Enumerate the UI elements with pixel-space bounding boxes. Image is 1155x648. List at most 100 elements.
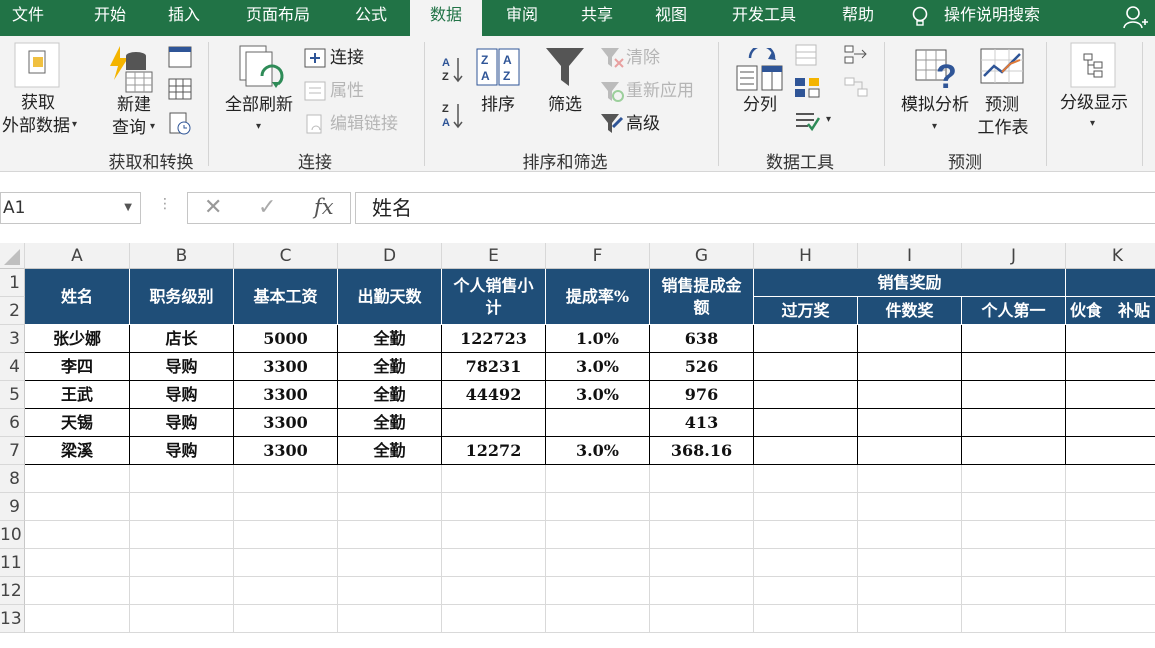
cell-g9[interactable] bbox=[650, 493, 754, 521]
clear-button[interactable]: 清除 bbox=[626, 47, 666, 70]
cell-a12[interactable] bbox=[25, 577, 130, 605]
cell-i9[interactable] bbox=[858, 493, 962, 521]
cell-f8[interactable] bbox=[546, 465, 650, 493]
cell-k6[interactable] bbox=[1066, 409, 1155, 437]
name-box[interactable]: A1 ▼ bbox=[0, 192, 141, 224]
cell-i6[interactable] bbox=[858, 409, 962, 437]
cell-e8[interactable] bbox=[442, 465, 546, 493]
chevron-down-icon[interactable]: ▼ bbox=[124, 193, 132, 223]
cell-k13[interactable] bbox=[1066, 605, 1155, 633]
cell-a13[interactable] bbox=[25, 605, 130, 633]
cell-g5[interactable]: 976 bbox=[650, 381, 754, 409]
show-queries-icon[interactable] bbox=[168, 46, 192, 68]
cell-e3[interactable]: 122723 bbox=[442, 325, 546, 353]
cell-g12[interactable] bbox=[650, 577, 754, 605]
cell-f11[interactable] bbox=[546, 549, 650, 577]
column-header-e[interactable]: E bbox=[442, 243, 546, 269]
cell-f12[interactable] bbox=[546, 577, 650, 605]
cell-a3[interactable]: 张少娜 bbox=[25, 325, 130, 353]
cell-g6[interactable]: 413 bbox=[650, 409, 754, 437]
cell-c5[interactable]: 3300 bbox=[234, 381, 338, 409]
enter-check-icon[interactable]: ✓ bbox=[258, 195, 276, 220]
cell-k11[interactable] bbox=[1066, 549, 1155, 577]
cell-a9[interactable] bbox=[25, 493, 130, 521]
cell-f9[interactable] bbox=[546, 493, 650, 521]
cell-j10[interactable] bbox=[962, 521, 1066, 549]
cell-k3[interactable] bbox=[1066, 325, 1155, 353]
cell-i13[interactable] bbox=[858, 605, 962, 633]
cell-e11[interactable] bbox=[442, 549, 546, 577]
column-header-f[interactable]: F bbox=[546, 243, 650, 269]
header-cell-meal-subsidy[interactable]: 伙食 补贴 bbox=[1066, 297, 1155, 325]
get-external-data-label-1[interactable]: 获取 bbox=[0, 92, 76, 115]
row-header-9[interactable]: 9 bbox=[0, 493, 25, 521]
reapply-button[interactable]: 重新应用 bbox=[626, 80, 706, 103]
cell-g10[interactable] bbox=[650, 521, 754, 549]
cell-b12[interactable] bbox=[130, 577, 234, 605]
cell-d6[interactable]: 全勤 bbox=[338, 409, 442, 437]
cell-a5[interactable]: 王武 bbox=[25, 381, 130, 409]
formula-input[interactable]: 姓名 bbox=[355, 192, 1155, 224]
cell-b10[interactable] bbox=[130, 521, 234, 549]
cell-b7[interactable]: 导购 bbox=[130, 437, 234, 465]
row-header-13[interactable]: 13 bbox=[0, 605, 25, 633]
row-header-4[interactable]: 4 bbox=[0, 353, 25, 381]
cell-d10[interactable] bbox=[338, 521, 442, 549]
cell-e13[interactable] bbox=[442, 605, 546, 633]
cell-c8[interactable] bbox=[234, 465, 338, 493]
row-header-6[interactable]: 6 bbox=[0, 409, 25, 437]
cell-j9[interactable] bbox=[962, 493, 1066, 521]
tell-me-search[interactable]: 操作说明搜索 bbox=[944, 0, 1040, 30]
cell-g4[interactable]: 526 bbox=[650, 353, 754, 381]
column-header-b[interactable]: B bbox=[130, 243, 234, 269]
cell-f4[interactable]: 3.0% bbox=[546, 353, 650, 381]
header-cell-count-award[interactable]: 件数奖 bbox=[858, 297, 962, 325]
cell-h4[interactable] bbox=[754, 353, 858, 381]
header-cell-base_salary[interactable]: 基本工资 bbox=[234, 269, 338, 325]
tab-review[interactable]: 审阅 bbox=[490, 0, 554, 36]
remove-duplicates-icon[interactable] bbox=[794, 76, 820, 100]
cell-i5[interactable] bbox=[858, 381, 962, 409]
cell-k4[interactable] bbox=[1066, 353, 1155, 381]
cell-d8[interactable] bbox=[338, 465, 442, 493]
cell-k9[interactable] bbox=[1066, 493, 1155, 521]
cell-h9[interactable] bbox=[754, 493, 858, 521]
cell-h6[interactable] bbox=[754, 409, 858, 437]
header-cell-sales-award[interactable]: 销售奖励 bbox=[754, 269, 1066, 297]
cell-j13[interactable] bbox=[962, 605, 1066, 633]
cell-j5[interactable] bbox=[962, 381, 1066, 409]
cell-d12[interactable] bbox=[338, 577, 442, 605]
cell-b6[interactable]: 导购 bbox=[130, 409, 234, 437]
cell-j7[interactable] bbox=[962, 437, 1066, 465]
cell-h5[interactable] bbox=[754, 381, 858, 409]
sort-descending-icon[interactable]: Z A bbox=[440, 100, 466, 130]
recent-sources-icon[interactable] bbox=[168, 112, 192, 136]
cell-c13[interactable] bbox=[234, 605, 338, 633]
properties-button[interactable]: 属性 bbox=[330, 80, 370, 103]
column-header-j[interactable]: J bbox=[962, 243, 1066, 269]
cell-e7[interactable]: 12272 bbox=[442, 437, 546, 465]
cell-i10[interactable] bbox=[858, 521, 962, 549]
header-cell-over-10k[interactable]: 过万奖 bbox=[754, 297, 858, 325]
cell-k8[interactable] bbox=[1066, 465, 1155, 493]
text-to-columns-button[interactable]: 分列 bbox=[736, 94, 784, 117]
cell-g7[interactable]: 368.16 bbox=[650, 437, 754, 465]
cell-d11[interactable] bbox=[338, 549, 442, 577]
column-header-h[interactable]: H bbox=[754, 243, 858, 269]
cell-e10[interactable] bbox=[442, 521, 546, 549]
row-header-3[interactable]: 3 bbox=[0, 325, 25, 353]
consolidate-icon[interactable] bbox=[844, 44, 868, 66]
column-header-g[interactable]: G bbox=[650, 243, 754, 269]
cell-e5[interactable]: 44492 bbox=[442, 381, 546, 409]
flash-fill-icon[interactable] bbox=[794, 44, 818, 66]
header-cell-attendance[interactable]: 出勤天数 bbox=[338, 269, 442, 325]
header-cell-name[interactable]: 姓名 bbox=[25, 269, 130, 325]
cell-d4[interactable]: 全勤 bbox=[338, 353, 442, 381]
filter-button[interactable]: 筛选 bbox=[540, 94, 590, 117]
cell-b8[interactable] bbox=[130, 465, 234, 493]
header-cell-commission[interactable]: 销售提成金额 bbox=[650, 269, 754, 325]
header-cell-rate[interactable]: 提成率% bbox=[546, 269, 650, 325]
cell-h3[interactable] bbox=[754, 325, 858, 353]
row-header-8[interactable]: 8 bbox=[0, 465, 25, 493]
cell-k7[interactable] bbox=[1066, 437, 1155, 465]
